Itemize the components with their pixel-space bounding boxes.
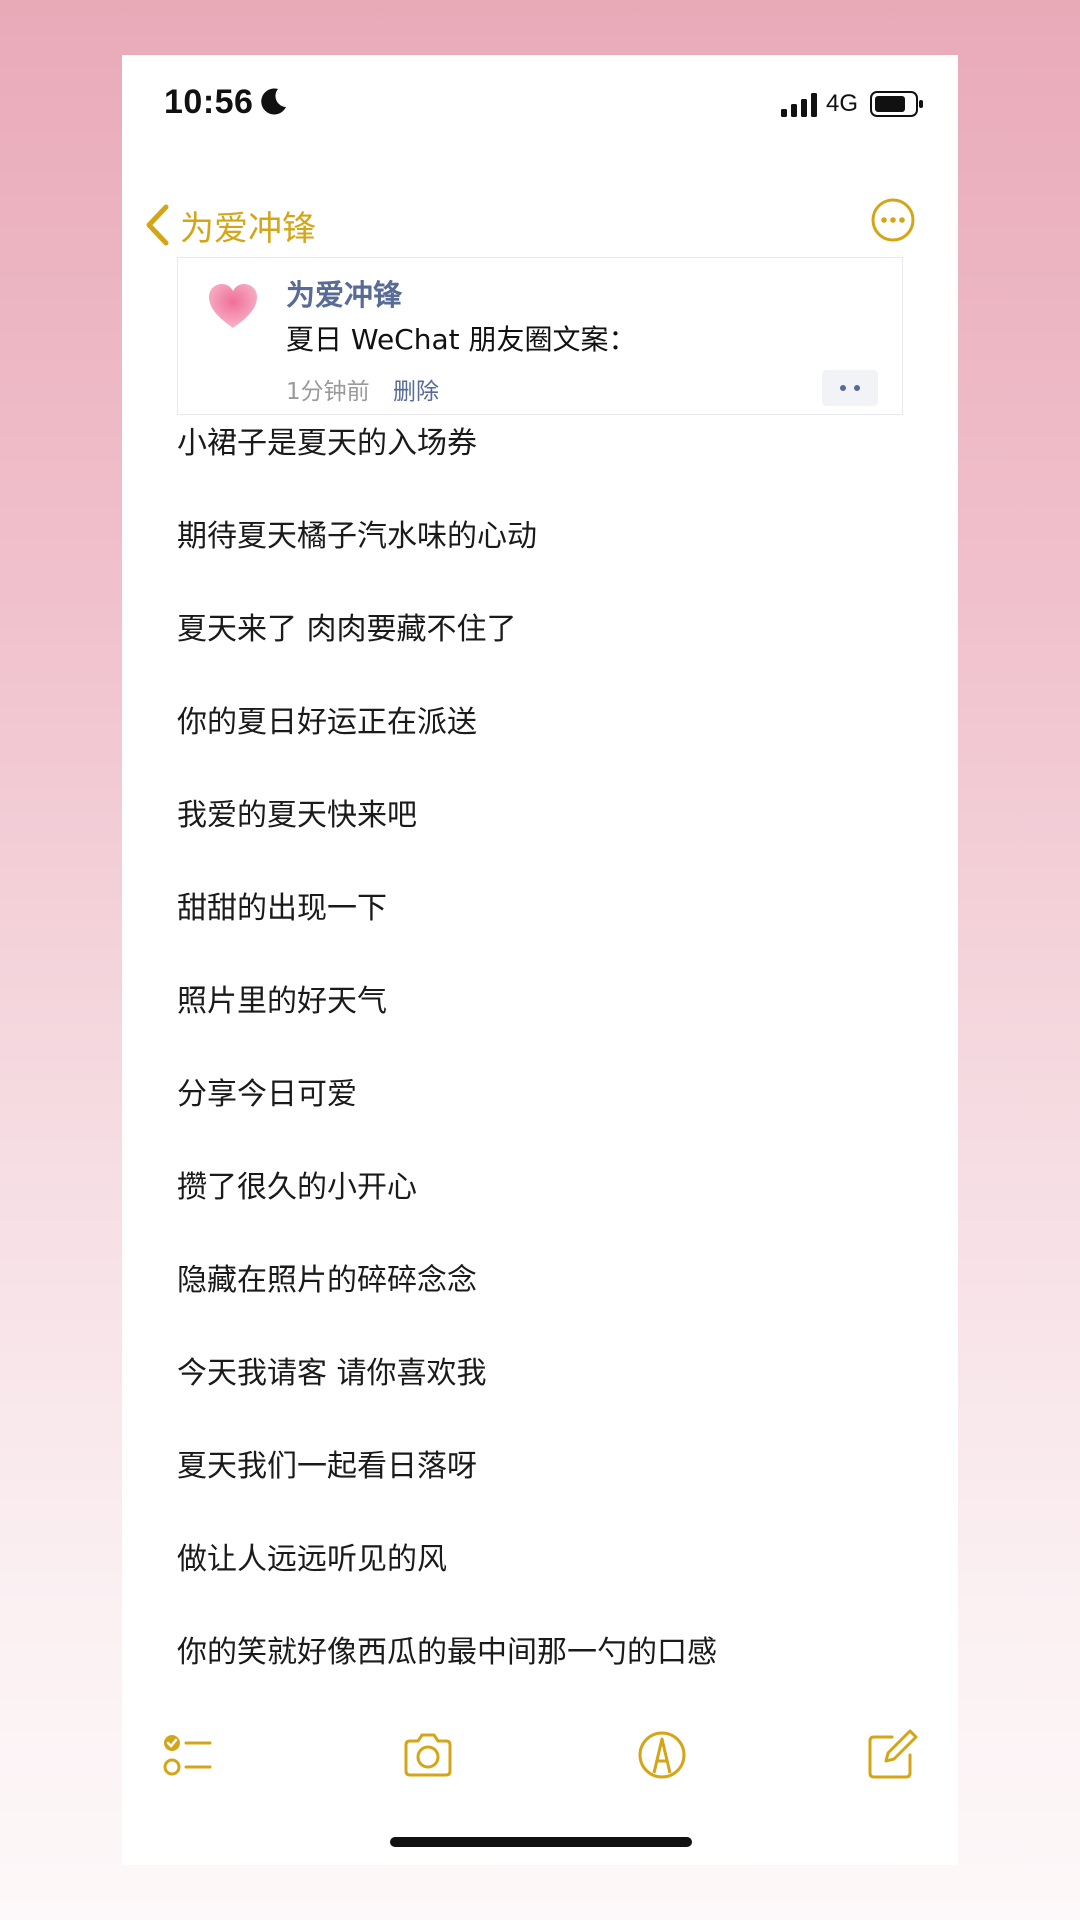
note-line: 做让人远远听见的风: [177, 1542, 447, 1577]
note-line: 期待夏天橘子汽水味的心动: [177, 519, 537, 554]
back-label: 为爱冲锋: [180, 208, 316, 249]
bottom-toolbar: [122, 1727, 958, 1797]
notes-screen: 10:56 4G 为爱冲锋 为爱冲锋 夏日 WeChat 朋友圈文案： 1分钟前…: [122, 55, 958, 1865]
signal-icon: [781, 93, 817, 117]
delete-link[interactable]: 删除: [393, 372, 439, 406]
note-line: 小裙子是夏天的入场券: [177, 426, 477, 461]
markup-icon[interactable]: [634, 1727, 690, 1783]
moment-card: 为爱冲锋 夏日 WeChat 朋友圈文案： 1分钟前 删除: [177, 257, 903, 415]
note-line: 甜甜的出现一下: [177, 891, 387, 926]
status-bar: 10:56 4G: [122, 55, 958, 155]
network-label: 4G: [826, 90, 859, 117]
note-line: 你的笑就好像西瓜的最中间那一勺的口感: [177, 1635, 717, 1670]
camera-icon[interactable]: [400, 1727, 456, 1783]
card-author[interactable]: 为爱冲锋: [286, 272, 402, 314]
comment-menu-button[interactable]: [822, 370, 878, 406]
note-line: 照片里的好天气: [177, 984, 387, 1019]
compose-icon[interactable]: [864, 1727, 920, 1783]
note-line: 夏天我们一起看日落呀: [177, 1449, 477, 1484]
more-options-icon[interactable]: [870, 197, 916, 243]
note-line: 我爱的夏天快来吧: [177, 798, 417, 833]
note-line: 隐藏在照片的碎碎念念: [177, 1263, 477, 1298]
note-line: 今天我请客 请你喜欢我: [177, 1356, 487, 1391]
card-timestamp: 1分钟前: [286, 379, 370, 405]
note-line: 夏天来了 肉肉要藏不住了: [177, 612, 517, 647]
note-body[interactable]: 小裙子是夏天的入场券 期待夏天橘子汽水味的心动 夏天来了 肉肉要藏不住了 你的夏…: [177, 427, 917, 1729]
note-line: 攒了很久的小开心: [177, 1170, 417, 1205]
note-line: 分享今日可爱: [177, 1077, 357, 1112]
moon-icon: [261, 88, 286, 115]
note-line: 你的夏日好运正在派送: [177, 705, 477, 740]
dot: [840, 385, 846, 391]
card-text: 夏日 WeChat 朋友圈文案：: [286, 323, 637, 356]
home-indicator[interactable]: [390, 1837, 692, 1847]
heart-avatar-icon: [209, 284, 257, 328]
back-button[interactable]: 为爱冲锋: [144, 195, 316, 255]
status-time: 10:56: [164, 83, 254, 121]
battery-icon: [870, 91, 923, 117]
chevron-left-icon: [146, 204, 169, 246]
dot: [854, 385, 860, 391]
checklist-icon[interactable]: [160, 1727, 216, 1783]
